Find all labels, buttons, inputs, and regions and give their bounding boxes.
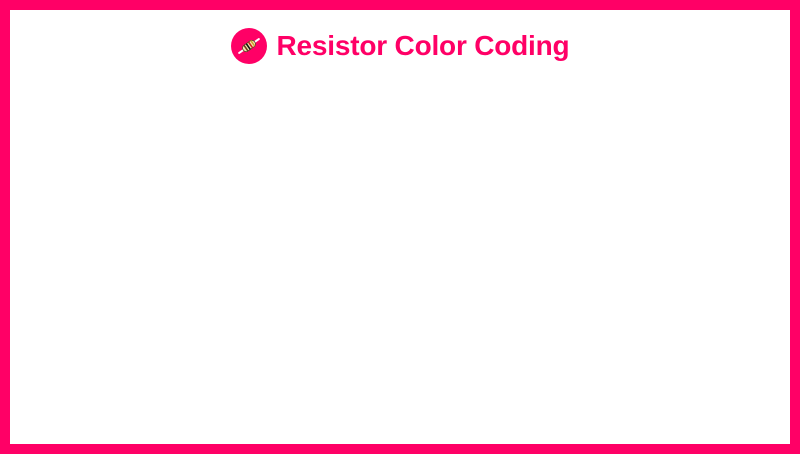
page-title: Resistor Color Coding	[276, 30, 570, 61]
app-frame: Resistor Color Coding	[0, 0, 800, 454]
resistor-icon	[230, 28, 267, 64]
app-header: Resistor Color Coding	[10, 26, 790, 66]
main-content-area	[10, 80, 790, 444]
